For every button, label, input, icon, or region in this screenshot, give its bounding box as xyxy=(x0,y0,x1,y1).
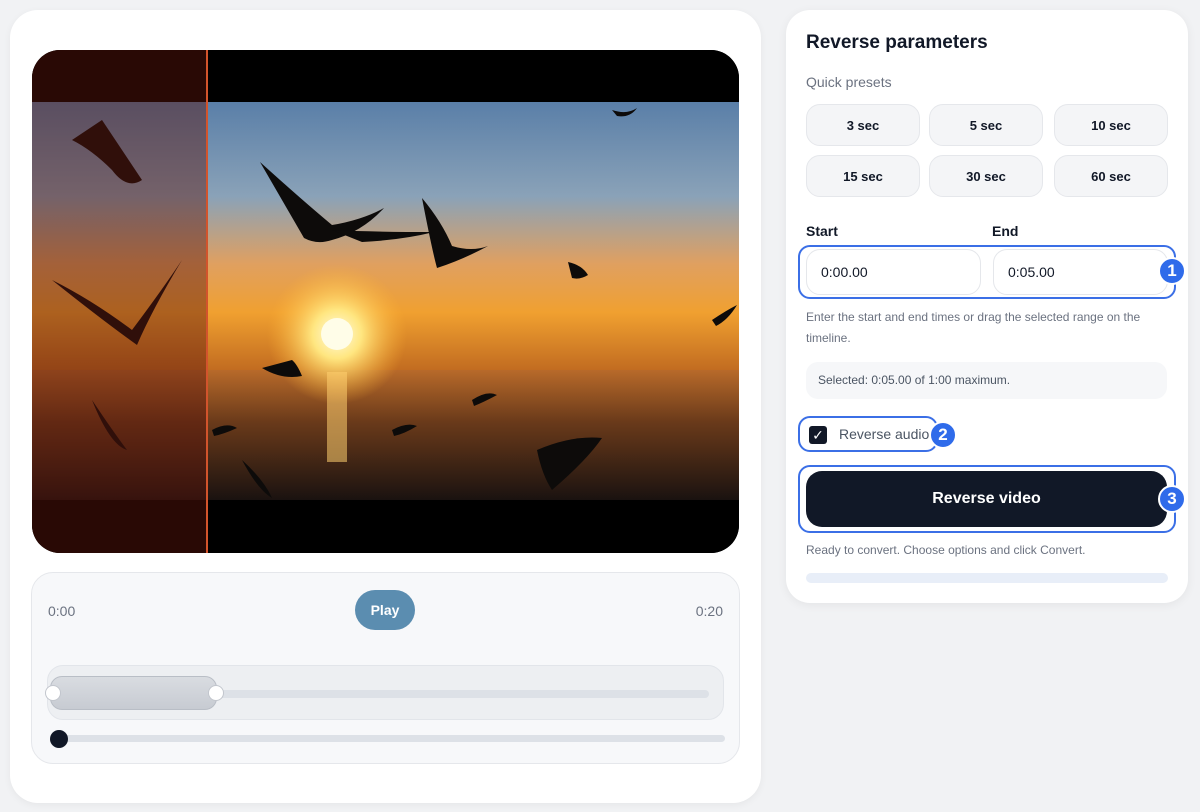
timeline-end-time: 0:20 xyxy=(695,603,723,619)
preset-5-sec-button[interactable]: 5 sec xyxy=(929,104,1043,146)
checkmark-icon: ✓ xyxy=(812,427,824,443)
status-text: Ready to convert. Choose options and cli… xyxy=(806,543,1086,557)
preset-30-sec-button[interactable]: 30 sec xyxy=(929,155,1043,197)
trim-cursor-line[interactable] xyxy=(206,50,208,553)
preset-15-sec-button[interactable]: 15 sec xyxy=(806,155,920,197)
seek-track[interactable] xyxy=(50,735,725,742)
selected-duration-info: Selected: 0:05.00 of 1:00 maximum. xyxy=(806,362,1167,399)
reverse-parameters-panel: Reverse parameters Quick presets 3 sec 5… xyxy=(786,10,1188,603)
quick-presets-label: Quick presets xyxy=(806,74,892,90)
range-end-handle[interactable] xyxy=(208,685,224,701)
end-time-input[interactable] xyxy=(993,249,1168,295)
trimmed-out-region xyxy=(32,50,207,553)
preset-10-sec-button[interactable]: 10 sec xyxy=(1054,104,1168,146)
range-hint-text: Enter the start and end times or drag th… xyxy=(806,310,1141,345)
timeline-panel: 0:00 Play 0:20 xyxy=(31,572,740,764)
panel-title: Reverse parameters xyxy=(806,32,988,53)
conversion-progress-bar xyxy=(806,573,1168,583)
range-start-handle[interactable] xyxy=(45,685,61,701)
preset-60-sec-button[interactable]: 60 sec xyxy=(1054,155,1168,197)
play-button[interactable]: Play xyxy=(355,590,415,630)
preset-3-sec-button[interactable]: 3 sec xyxy=(806,104,920,146)
annotation-badge-1: 1 xyxy=(1158,257,1186,285)
reverse-video-button[interactable]: Reverse video xyxy=(806,471,1167,527)
selected-range[interactable] xyxy=(50,676,217,710)
start-time-input[interactable] xyxy=(806,249,981,295)
reverse-audio-label[interactable]: Reverse audio xyxy=(839,426,929,442)
start-label: Start xyxy=(806,223,838,239)
annotation-badge-2: 2 xyxy=(929,421,957,449)
video-preview[interactable] xyxy=(32,50,739,553)
reverse-audio-checkbox[interactable]: ✓ xyxy=(809,426,827,444)
end-label: End xyxy=(992,223,1019,239)
seek-knob[interactable] xyxy=(50,730,68,748)
annotation-badge-3: 3 xyxy=(1158,485,1186,513)
timeline-start-time: 0:00 xyxy=(48,603,76,619)
range-selector[interactable] xyxy=(45,665,724,720)
